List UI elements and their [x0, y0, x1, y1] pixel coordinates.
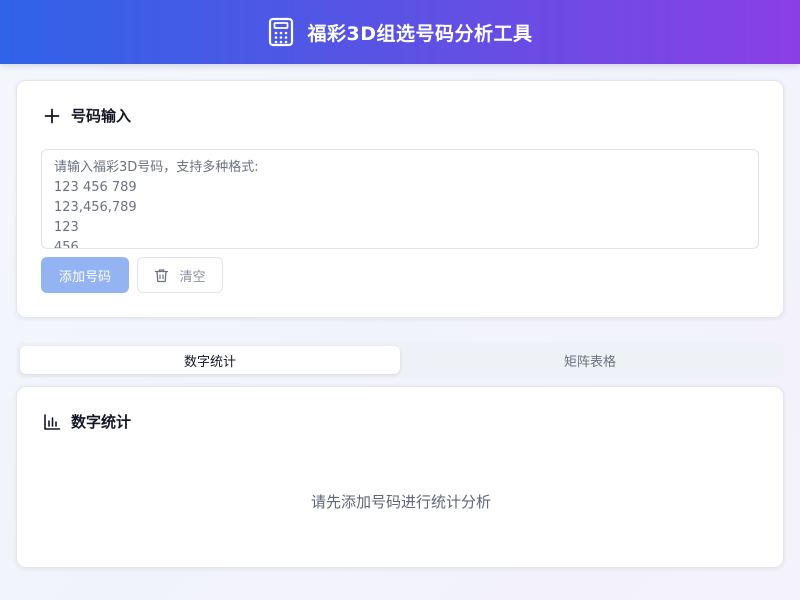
- tab-matrix-table[interactable]: 矩阵表格: [400, 346, 780, 374]
- tab-number-stats[interactable]: 数字统计: [20, 346, 400, 374]
- number-stats-card: 数字统计 请先添加号码进行统计分析: [16, 386, 784, 568]
- number-input-card: 号码输入 请输入福彩3D号码，支持多种格式: 123 456 789 123,4…: [16, 80, 784, 318]
- clear-button[interactable]: 清空: [137, 257, 223, 293]
- number-input-textarea[interactable]: 请输入福彩3D号码，支持多种格式: 123 456 789 123,456,78…: [41, 149, 759, 249]
- calculator-icon: [268, 17, 294, 47]
- trash-icon: [154, 268, 169, 283]
- plus-icon: [43, 107, 61, 125]
- stats-section-title: 数字统计: [71, 413, 132, 431]
- stats-section-header: 数字统计: [43, 411, 131, 432]
- app-header: 福彩3D组选号码分析工具: [0, 0, 800, 64]
- empty-state-message: 请先添加号码进行统计分析: [310, 493, 491, 511]
- app-title: 福彩3D组选号码分析工具: [307, 22, 533, 45]
- input-section-title: 号码输入: [71, 107, 132, 125]
- clear-button-label: 清空: [179, 269, 206, 285]
- add-number-button[interactable]: 添加号码: [41, 257, 129, 293]
- input-section-header: 号码输入: [43, 105, 131, 126]
- bar-chart-icon: [43, 413, 61, 431]
- view-tabs: 数字统计 矩阵表格: [16, 342, 784, 378]
